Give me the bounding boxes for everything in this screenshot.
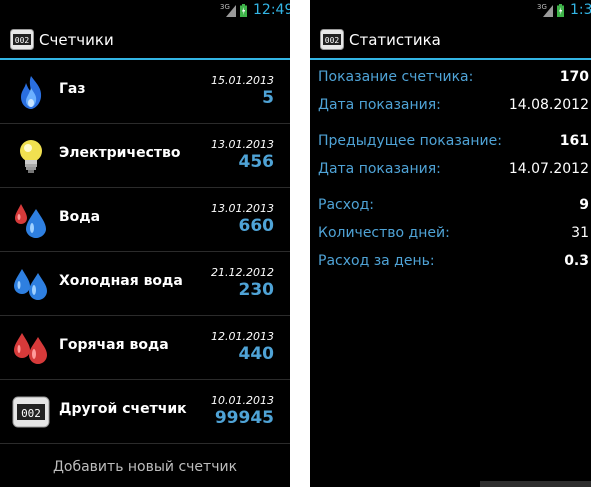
meter-name: Электричество: [59, 145, 181, 161]
meter-value: 440: [238, 344, 275, 364]
stat-label: Предыдущее показание:: [318, 133, 502, 149]
stat-value: 31: [571, 225, 589, 241]
stat-value: 0.3: [564, 253, 589, 269]
stat-row-reading: Показание счетчика: 170: [310, 69, 591, 89]
meter-name: Другой счетчик: [59, 401, 187, 417]
svg-text:002: 002: [325, 36, 340, 45]
svg-text:002: 002: [15, 36, 30, 45]
meter-list: Газ 15.01.2013 5 Электричество 13.01.201…: [0, 60, 290, 444]
clock-time: 12:49: [253, 2, 290, 18]
counter-icon[interactable]: 002: [10, 29, 34, 50]
stat-value: 9: [579, 197, 589, 213]
stat-value: 14.08.2012: [508, 97, 589, 113]
light-bulb-icon: [20, 140, 42, 173]
meters-screen: 3G 12:49 002 Счетчики Газ 15.01.2013 5 Э…: [0, 0, 290, 487]
meter-name: Вода: [59, 209, 101, 225]
stat-label: Расход за день:: [318, 253, 435, 269]
stat-row-reading-date: Дата показания: 14.08.2012: [310, 97, 591, 117]
stat-row-previous-date: Дата показания: 14.07.2012: [310, 161, 591, 181]
meter-date: 21.12.2012: [211, 266, 274, 279]
action-bar: 002 Статистика: [310, 22, 591, 60]
clock-time: 1:35: [570, 2, 591, 18]
stat-row-previous-reading: Предыдущее показание: 161: [310, 133, 591, 153]
battery-icon: [240, 4, 247, 17]
stat-value: 14.07.2012: [508, 161, 589, 177]
battery-icon: [557, 4, 564, 17]
meter-date: 13.01.2013: [211, 202, 274, 215]
meter-value: 99945: [214, 408, 274, 428]
meter-value: 456: [238, 152, 275, 172]
meter-row-cold-water[interactable]: Холодная вода 21.12.2012 230: [0, 252, 290, 316]
stat-label: Дата показания:: [318, 161, 441, 177]
meter-row-other[interactable]: 002 Другой счетчик 10.01.2013 99945: [0, 380, 290, 444]
counter-icon[interactable]: 002: [320, 29, 344, 50]
status-bar: 3G 12:49: [0, 0, 290, 22]
meter-value: 230: [238, 280, 275, 300]
meter-date: 12.01.2013: [211, 330, 274, 343]
meter-name: Газ: [59, 81, 86, 97]
stat-row-days-count: Количество дней: 31: [310, 225, 591, 245]
signal-icon: [543, 5, 553, 17]
screen-title: Счетчики: [39, 31, 114, 49]
add-meter-label: Добавить новый счетчик: [52, 459, 238, 475]
statistics-screen: 3G 1:35 002 Статистика Показание счетчик…: [310, 0, 591, 487]
meter-name: Холодная вода: [59, 273, 183, 289]
stat-value: 161: [559, 133, 589, 149]
stat-value: 170: [559, 69, 589, 85]
stat-label: Количество дней:: [318, 225, 450, 241]
meter-name: Горячая вода: [59, 337, 169, 353]
meter-date: 10.01.2013: [211, 394, 274, 407]
cold-water-drops-icon: [14, 269, 47, 300]
stat-row-consumption: Расход: 9: [310, 197, 591, 217]
signal-icon: [226, 5, 236, 17]
meter-date: 13.01.2013: [211, 138, 274, 151]
meter-row-gas[interactable]: Газ 15.01.2013 5: [0, 60, 290, 124]
stat-label: Расход:: [318, 197, 374, 213]
status-bar: 3G 1:35: [310, 0, 591, 22]
meter-row-water[interactable]: Вода 13.01.2013 660: [0, 188, 290, 252]
meter-value: 660: [238, 216, 275, 236]
navigation-bar-strip: [480, 481, 591, 487]
stat-label: Дата показания:: [318, 97, 441, 113]
meter-date: 15.01.2013: [211, 74, 274, 87]
counter-icon: 002: [12, 396, 50, 428]
meter-row-hot-water[interactable]: Горячая вода 12.01.2013 440: [0, 316, 290, 380]
screen-title: Статистика: [349, 31, 441, 49]
action-bar: 002 Счетчики: [0, 22, 290, 60]
gas-flame-icon: [21, 76, 42, 109]
stat-label: Показание счетчика:: [318, 69, 474, 85]
add-meter-button[interactable]: Добавить новый счетчик: [0, 447, 290, 487]
svg-text:002: 002: [21, 407, 41, 420]
stat-row-daily-consumption: Расход за день: 0.3: [310, 253, 591, 273]
hot-water-drops-icon: [14, 333, 47, 364]
meter-value: 5: [262, 88, 274, 108]
water-drops-icon: [15, 204, 46, 238]
meter-row-electricity[interactable]: Электричество 13.01.2013 456: [0, 124, 290, 188]
